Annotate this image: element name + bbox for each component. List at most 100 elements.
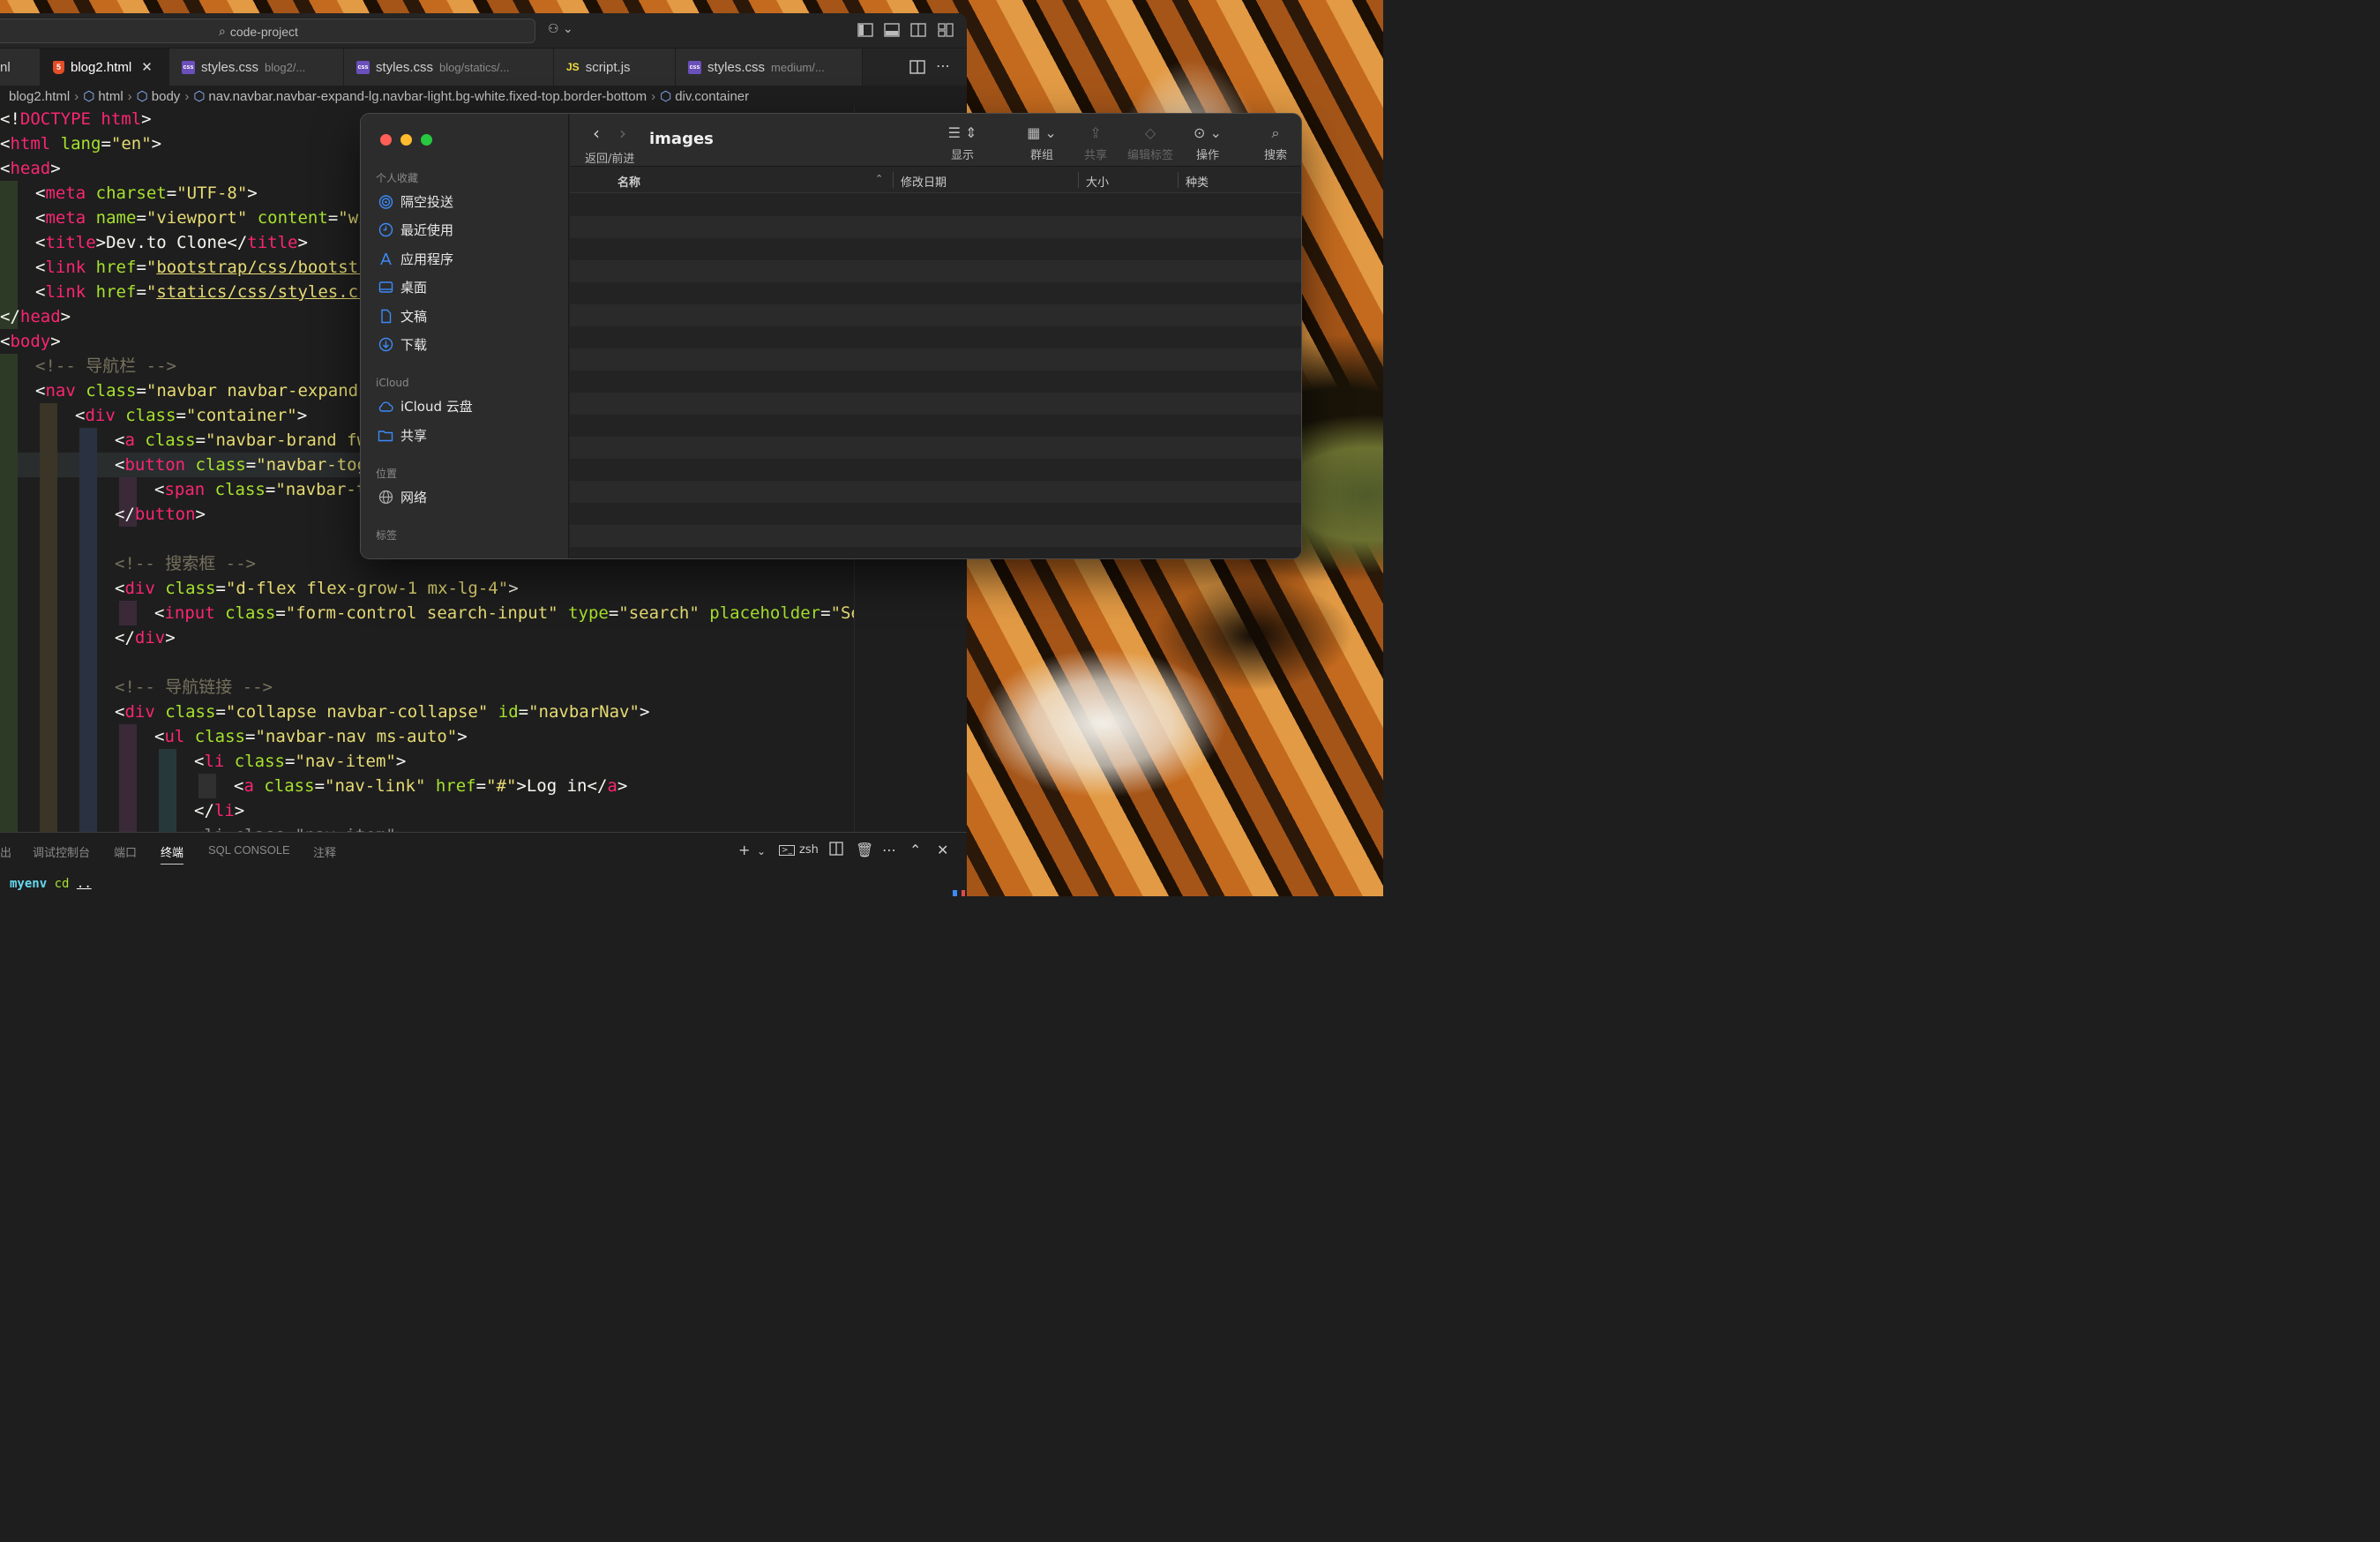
desktop-icon <box>378 280 393 296</box>
ellipsis-circle-icon: ⊙ ⌄ <box>1194 124 1222 141</box>
back-button[interactable]: ‹ <box>593 123 600 144</box>
column-kind[interactable]: 种类 <box>1186 173 1209 190</box>
terminal-env: myenv <box>10 877 48 891</box>
tab-label: blog2.html <box>71 59 132 75</box>
breadcrumb-file[interactable]: blog2.html <box>9 89 70 104</box>
column-name[interactable]: 名称 <box>617 173 640 190</box>
title-bar: ⌕ code-project ⚇ ⌄ <box>0 13 967 49</box>
forward-button[interactable]: › <box>619 123 626 144</box>
panel-tab-sql-console[interactable]: SQL CONSOLE <box>208 843 290 857</box>
sidebar-item-network[interactable]: 网络 <box>378 488 427 506</box>
search-icon: ⌕ <box>1271 124 1280 141</box>
tab-nl[interactable]: nl <box>0 49 41 86</box>
cloud-icon <box>378 399 393 415</box>
code-line-6: <title>Dev.to Clone</title> <box>35 233 308 252</box>
sort-ascending-icon[interactable]: ⌃ <box>875 173 883 184</box>
sidebar-item-shared[interactable]: 共享 <box>378 426 427 445</box>
toolbar-label: 编辑标签 <box>1126 149 1173 162</box>
sidebar-item-icloud-drive[interactable]: iCloud 云盘 <box>378 397 473 415</box>
code-line-9: </head> <box>0 307 71 326</box>
close-panel-icon[interactable]: ✕ <box>937 842 948 858</box>
more-actions-icon[interactable]: ⋯ <box>936 57 950 74</box>
toggle-sidebar-icon[interactable] <box>857 22 873 38</box>
edit-tags-button[interactable]: ◇ 编辑标签 <box>1126 123 1175 162</box>
toggle-secondary-sidebar-icon[interactable] <box>910 22 926 38</box>
bottom-panel: 出 调试控制台 端口 终端 SQL CONSOLE 注释 + ⌄ >_ zsh 🗑… <box>0 832 967 896</box>
column-date-modified[interactable]: 修改日期 <box>901 173 947 190</box>
css-file-icon: css <box>182 60 195 74</box>
code-line-11: <!-- 导航栏 --> <box>35 356 176 376</box>
finder-main: ‹ › 返回/前进 images ☰ ⇕ 显示 ▦ ⌄ 群组 ⇪ 共享 ◇ 编辑标签 ⊙… <box>570 114 1301 558</box>
split-editor-icon[interactable] <box>909 59 925 75</box>
panel-tab-comments[interactable]: 注释 <box>313 843 336 860</box>
terminal-output[interactable]: myenv cd .. <box>10 877 92 891</box>
element-icon: ⬡ <box>136 89 148 104</box>
share-button[interactable]: ⇪ 共享 <box>1081 123 1110 162</box>
breadcrumb-html[interactable]: ⬡ html <box>83 88 123 105</box>
view-button[interactable]: ☰ ⇕ 显示 <box>940 123 984 162</box>
close-window-button[interactable] <box>380 134 392 146</box>
element-icon: ⬡ <box>660 89 672 104</box>
panel-tab-debug-console[interactable]: 调试控制台 <box>33 843 90 860</box>
toggle-panel-icon[interactable] <box>884 22 900 38</box>
code-line-24: <!-- 导航链接 --> <box>115 677 273 697</box>
tab-sublabel: blog2/... <box>265 60 306 74</box>
tab-blog2-html[interactable]: 5 blog2.html ✕ <box>41 49 169 86</box>
action-button[interactable]: ⊙ ⌄ 操作 <box>1189 123 1226 162</box>
sidebar-item-label: 下载 <box>400 337 428 353</box>
group-button[interactable]: ▦ ⌄ 群组 <box>1022 123 1062 162</box>
tab-styles-css-blog2[interactable]: css styles.css blog2/... <box>169 49 344 86</box>
chevron-down-icon[interactable]: ⌄ <box>757 845 766 857</box>
scroll-indicator <box>953 890 957 896</box>
sidebar-item-applications[interactable]: 应用程序 <box>378 250 453 268</box>
more-actions-icon[interactable]: ⋯ <box>882 842 896 858</box>
icloud-header: iCloud <box>376 377 409 389</box>
sidebar-item-desktop[interactable]: 桌面 <box>378 278 427 296</box>
code-line-22: </div> <box>115 628 176 647</box>
breadcrumb-nav[interactable]: ⬡ nav.navbar.navbar-expand-lg.navbar-ligh… <box>193 88 647 105</box>
new-terminal-icon[interactable]: + <box>738 842 750 858</box>
customize-layout-icon[interactable] <box>938 22 954 38</box>
toolbar-label: 操作 <box>1195 149 1219 162</box>
command-center[interactable]: ⌕ code-project <box>0 19 535 43</box>
html-file-icon: 5 <box>53 60 64 74</box>
minimize-window-button[interactable] <box>400 134 412 146</box>
tab-styles-css-blog[interactable]: css styles.css blog/statics/... <box>344 49 554 86</box>
tab-styles-css-medium[interactable]: css styles.css medium/... <box>676 49 863 86</box>
sidebar-item-label: 隔空投送 <box>400 194 454 210</box>
zoom-window-button[interactable] <box>421 134 432 146</box>
shell-label: zsh <box>799 843 819 857</box>
terminal-icon: >_ <box>779 844 796 856</box>
code-line-16: <span class="navbar-t <box>154 480 367 499</box>
column-size[interactable]: 大小 <box>1086 173 1109 190</box>
tab-label: nl <box>0 59 11 75</box>
close-icon[interactable]: ✕ <box>141 59 153 75</box>
breadcrumb-body[interactable]: ⬡ body <box>136 88 181 105</box>
panel-tab-output[interactable]: 出 <box>0 843 11 860</box>
search-button[interactable]: ⌕ 搜索 <box>1261 123 1290 162</box>
split-terminal-icon[interactable] <box>829 842 843 856</box>
code-line-20: <div class="d-flex flex-grow-1 mx-lg-4"> <box>115 579 519 598</box>
panel-tab-terminal[interactable]: 终端 <box>161 843 184 865</box>
tab-label: styles.css <box>707 59 766 75</box>
terminal-shell-selector[interactable]: >_ zsh <box>779 843 819 857</box>
clock-icon <box>378 222 393 238</box>
code-line-5: <meta name="viewport" content="wi <box>35 208 369 228</box>
finder-window: 个人收藏 隔空投送 最近使用 应用程序 桌面 文稿 下载 iCloud iClo… <box>360 113 1302 559</box>
sidebar-item-label: 文稿 <box>400 309 428 325</box>
sidebar-item-documents[interactable]: 文稿 <box>378 307 427 326</box>
tab-sublabel: blog/statics/... <box>439 60 510 74</box>
panel-tab-ports[interactable]: 端口 <box>114 843 137 860</box>
tab-script-js[interactable]: JS script.js <box>554 49 676 86</box>
editor-tab-bar: nl 5 blog2.html ✕ css styles.css blog2/.… <box>0 49 967 86</box>
copilot-icon[interactable]: ⚇ ⌄ <box>548 22 573 36</box>
trash-icon[interactable]: 🗑 <box>856 842 873 858</box>
sidebar-item-recents[interactable]: 最近使用 <box>378 221 453 239</box>
maximize-panel-icon[interactable]: ⌃ <box>909 842 921 858</box>
file-list[interactable] <box>570 194 1301 558</box>
sidebar-item-airdrop[interactable]: 隔空投送 <box>378 192 453 211</box>
code-line-8: <link href="statics/css/styles.cs <box>35 282 369 302</box>
js-file-icon: JS <box>566 61 580 73</box>
breadcrumb-div[interactable]: ⬡ div.container <box>660 88 749 105</box>
sidebar-item-downloads[interactable]: 下载 <box>378 335 427 354</box>
